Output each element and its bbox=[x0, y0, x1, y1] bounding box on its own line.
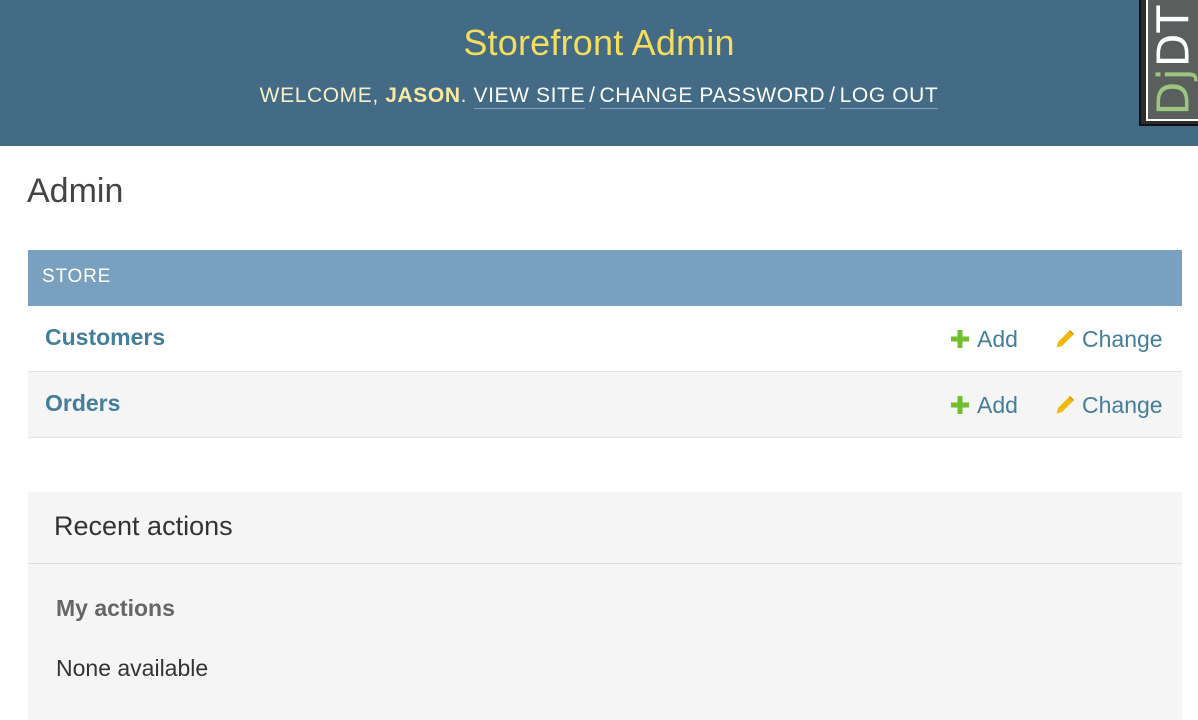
pencil-icon bbox=[1056, 329, 1075, 348]
no-actions-text: None available bbox=[56, 655, 209, 681]
orders-change-link[interactable]: Change bbox=[1055, 392, 1163, 419]
user-name: JASON bbox=[385, 84, 461, 107]
user-suffix: . bbox=[460, 84, 468, 107]
model-link-customers[interactable]: Customers bbox=[45, 324, 165, 351]
pencil-icon bbox=[1056, 395, 1075, 414]
debug-toolbar-handle[interactable]: DjDT bbox=[1139, 0, 1198, 126]
customers-change-link[interactable]: Change bbox=[1055, 326, 1163, 353]
page-title: Admin bbox=[27, 172, 124, 210]
orders-add-link[interactable]: Add bbox=[950, 392, 1018, 419]
app-caption[interactable]: STORE bbox=[28, 250, 1182, 306]
add-label: Add bbox=[977, 392, 1018, 418]
debug-toolbar-handle-inner: DjDT bbox=[1146, 0, 1198, 121]
model-link-orders[interactable]: Orders bbox=[45, 390, 120, 417]
debug-toolbar-logo-dj: Dj bbox=[1148, 66, 1198, 115]
customers-add-link[interactable]: Add bbox=[950, 326, 1018, 353]
site-name[interactable]: Storefront Admin bbox=[0, 22, 1198, 64]
my-actions-heading: My actions bbox=[56, 595, 175, 621]
recent-actions-module: Recent actions My actions None available bbox=[28, 492, 1182, 720]
add-label: Add bbox=[977, 326, 1018, 352]
debug-toolbar-logo-dt: DT bbox=[1148, 4, 1198, 67]
plus-icon bbox=[951, 330, 969, 348]
view-site-link[interactable]: VIEW SITE bbox=[473, 84, 586, 109]
user-tools: WELCOME, JASON. VIEW SITE / CHANGE PASSWOR… bbox=[0, 84, 1198, 109]
change-password-link[interactable]: CHANGE PASSWORD bbox=[599, 84, 826, 109]
debug-toolbar-logo: DjDT bbox=[1149, 4, 1198, 115]
recent-actions-title: Recent actions bbox=[28, 492, 1182, 564]
app-module-store: STORE Customers Add Change Orders Add Ch… bbox=[28, 250, 1182, 438]
welcome-text: WELCOME, bbox=[259, 84, 379, 107]
change-label: Change bbox=[1082, 326, 1163, 352]
change-label: Change bbox=[1082, 392, 1163, 418]
site-header: Storefront Admin WELCOME, JASON. VIEW SI… bbox=[0, 0, 1198, 146]
model-row-orders: Orders Add Change bbox=[28, 372, 1182, 438]
model-row-customers: Customers Add Change bbox=[28, 306, 1182, 372]
separator: / bbox=[829, 84, 836, 107]
plus-icon bbox=[951, 396, 969, 414]
log-out-link[interactable]: LOG OUT bbox=[839, 84, 939, 109]
separator: / bbox=[589, 84, 596, 107]
